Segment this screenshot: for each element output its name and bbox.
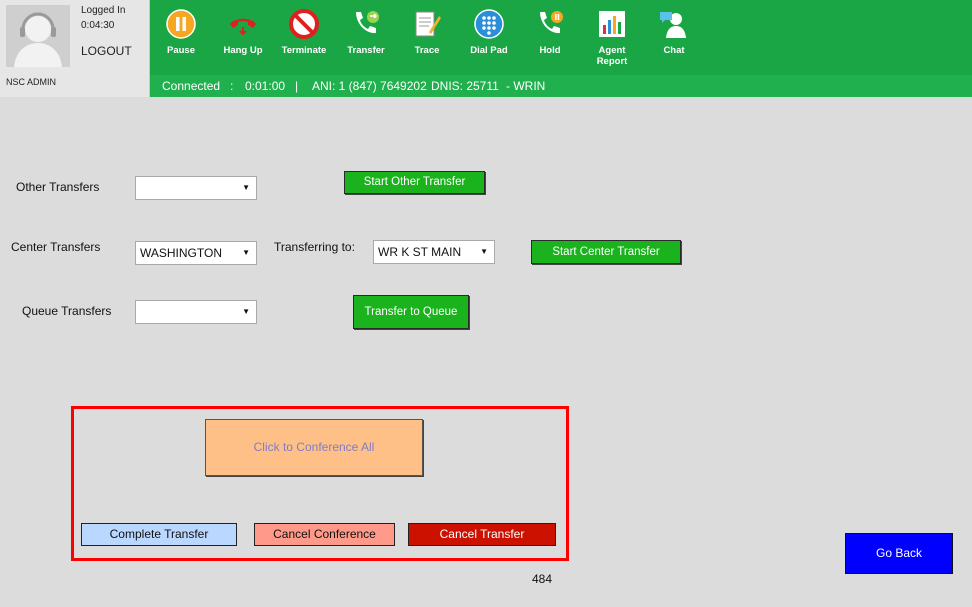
hang-up-icon: [230, 18, 256, 36]
user-panel: Logged In 0:04:30 LOGOUT NSC ADMIN: [0, 0, 150, 97]
status-separator: |: [295, 79, 299, 93]
transfer-icon: [356, 11, 379, 34]
start-center-transfer-button[interactable]: Start Center Transfer: [531, 240, 681, 264]
complete-transfer-button[interactable]: Complete Transfer: [81, 523, 237, 546]
hold-icon: [540, 11, 563, 34]
chat-label: Chat: [663, 45, 685, 56]
transferring-to-select[interactable]: WR K ST MAIN ▼: [373, 240, 495, 264]
transferring-to-value: WR K ST MAIN: [378, 245, 462, 259]
transfer-label: Transfer: [347, 45, 385, 56]
page-number: 484: [532, 572, 553, 586]
transfer-to-queue-button[interactable]: Transfer to Queue: [353, 295, 469, 329]
terminate-label: Terminate: [281, 45, 327, 56]
transfer-button[interactable]: Transfer: [336, 8, 396, 56]
pause-button[interactable]: Pause: [151, 8, 211, 56]
bar-chart-icon: [599, 11, 625, 37]
call-toolbar: Pause Hang Up Terminate Transfer Trace D…: [150, 0, 972, 75]
wrin-label: - WRIN: [506, 79, 546, 93]
agent-report-label-line2: Report: [596, 56, 628, 67]
go-back-button[interactable]: Go Back: [845, 533, 953, 574]
trace-label: Trace: [414, 45, 440, 56]
hang-up-button[interactable]: Hang Up: [213, 8, 273, 56]
dnis-number: DNIS: 25711: [431, 79, 499, 93]
terminate-icon: [289, 9, 319, 39]
hold-label: Hold: [539, 45, 561, 56]
center-transfers-value: WASHINGTON: [140, 246, 223, 260]
start-other-transfer-button[interactable]: Start Other Transfer: [344, 171, 485, 194]
dropdown-arrow-icon: ▼: [242, 183, 250, 192]
dial-pad-icon: [474, 9, 504, 39]
agent-username: NSC ADMIN: [6, 77, 57, 87]
ani-number: ANI: 1 (847) 7649202: [312, 79, 427, 93]
call-state: Connected: [162, 79, 221, 93]
pause-label: Pause: [167, 45, 195, 56]
center-transfers-label: Center Transfers: [11, 240, 101, 254]
trace-button[interactable]: Trace: [397, 8, 457, 56]
chat-icon: [660, 12, 686, 38]
dropdown-arrow-icon: ▼: [242, 307, 250, 316]
agent-avatar-icon: [6, 5, 70, 67]
call-status-bar: Connected : 0:01:00 | ANI: 1 (847) 76492…: [150, 75, 972, 97]
pause-icon: [166, 9, 196, 39]
other-transfers-select[interactable]: ▼: [135, 176, 257, 200]
transferring-to-label: Transferring to:: [274, 240, 355, 254]
dial-pad-button[interactable]: Dial Pad: [459, 8, 519, 56]
chat-button[interactable]: Chat: [644, 8, 704, 56]
conference-all-button[interactable]: Click to Conference All: [205, 419, 423, 476]
dropdown-arrow-icon: ▼: [480, 247, 488, 256]
cancel-transfer-button[interactable]: Cancel Transfer: [408, 523, 556, 546]
queue-transfers-select[interactable]: ▼: [135, 300, 257, 324]
agent-report-button[interactable]: Agent Report: [582, 8, 642, 67]
terminate-button[interactable]: Terminate: [274, 8, 334, 56]
dropdown-arrow-icon: ▼: [242, 248, 250, 257]
logout-button[interactable]: LOGOUT: [81, 44, 132, 58]
logged-in-timer: 0:04:30: [81, 20, 115, 31]
logged-in-label: Logged In: [81, 5, 126, 16]
call-duration: 0:01:00: [245, 79, 286, 93]
cancel-conference-button[interactable]: Cancel Conference: [254, 523, 395, 546]
hold-button[interactable]: Hold: [520, 8, 580, 56]
status-separator: :: [230, 79, 234, 93]
center-transfers-select[interactable]: WASHINGTON ▼: [135, 241, 257, 265]
other-transfers-label: Other Transfers: [16, 180, 100, 194]
hang-up-label: Hang Up: [223, 45, 263, 56]
queue-transfers-label: Queue Transfers: [22, 304, 112, 318]
dial-pad-label: Dial Pad: [470, 45, 508, 56]
trace-icon: [415, 11, 441, 37]
agent-report-label-line1: Agent: [598, 45, 626, 56]
